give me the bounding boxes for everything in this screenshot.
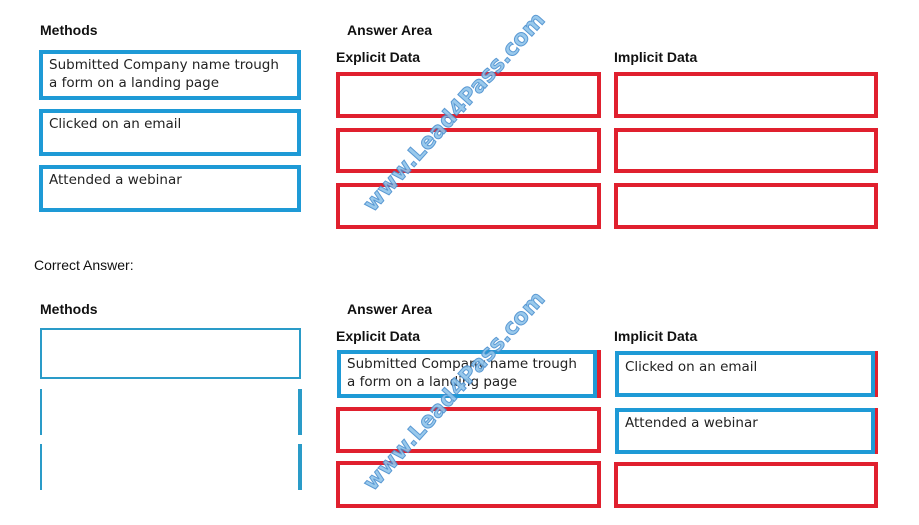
implicit-drop-slot[interactable] <box>614 128 878 173</box>
method-item[interactable]: Clicked on an email <box>39 109 301 156</box>
implicit-data-header: Implicit Data <box>614 49 698 65</box>
implicit-data-header: Implicit Data <box>614 328 698 344</box>
answer-area-header: Answer Area <box>347 301 433 317</box>
answer-area-header: Answer Area <box>347 22 433 38</box>
method-item-label: Submitted Company name trough a form on … <box>49 57 279 91</box>
slot-label <box>340 411 597 415</box>
methods-header: Methods <box>40 301 98 317</box>
method-item-label: Clicked on an email <box>49 116 182 132</box>
slot-label <box>618 466 874 470</box>
method-slot-left-edge <box>40 444 42 490</box>
correct-answer-label: Correct Answer: <box>34 257 134 273</box>
implicit-filled-slot[interactable]: Attended a webinar <box>615 408 875 454</box>
method-item-empty <box>40 328 301 379</box>
implicit-drop-slot[interactable] <box>614 72 878 118</box>
method-item-label: Attended a webinar <box>49 172 182 188</box>
slot-label: Attended a webinar <box>625 415 758 431</box>
explicit-data-header: Explicit Data <box>336 49 421 65</box>
implicit-drop-slot[interactable] <box>614 183 878 229</box>
implicit-filled-slot[interactable]: Clicked on an email <box>615 351 875 397</box>
method-slot-right-edge <box>298 389 302 435</box>
slot-label <box>618 132 874 136</box>
method-slot-left-edge <box>40 389 42 435</box>
methods-header: Methods <box>40 22 98 38</box>
slot-label: Clicked on an email <box>625 359 758 375</box>
implicit-drop-slot[interactable] <box>614 462 878 508</box>
slot-label <box>618 187 874 191</box>
explicit-data-header: Explicit Data <box>336 328 421 344</box>
method-item[interactable]: Attended a webinar <box>39 165 301 212</box>
method-item[interactable]: Submitted Company name trough a form on … <box>39 50 301 100</box>
slot-label <box>340 132 597 136</box>
method-slot-right-edge <box>298 444 302 490</box>
explicit-drop-slot[interactable] <box>336 128 601 173</box>
slot-label <box>618 76 874 80</box>
explicit-drop-slot[interactable] <box>336 407 601 453</box>
